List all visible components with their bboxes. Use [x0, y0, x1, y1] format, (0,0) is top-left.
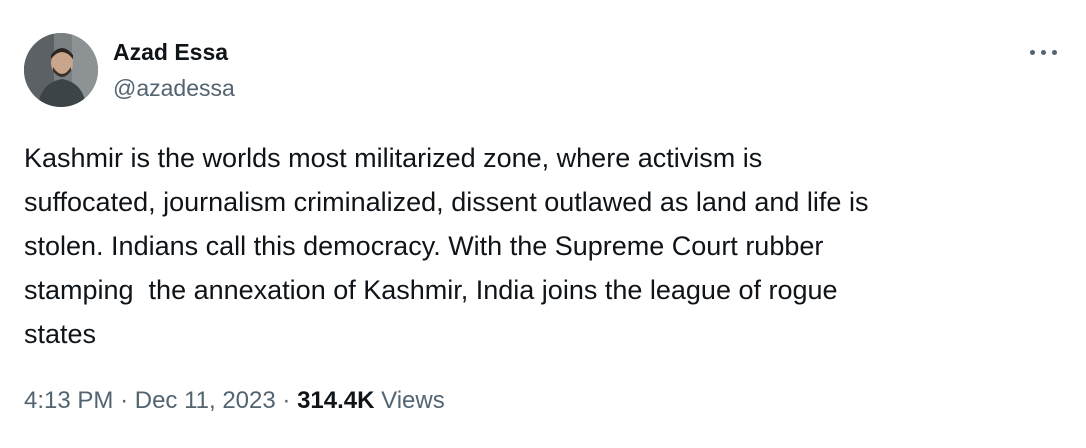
tweet-metadata: 4:13 PM · Dec 11, 2023 · 314.4K Views [24, 384, 445, 418]
ellipsis-icon [1030, 50, 1035, 55]
views-count: 314.4K [297, 387, 375, 414]
avatar[interactable] [24, 33, 98, 107]
tweet-time[interactable]: 4:13 PM [24, 387, 113, 414]
tweet-date[interactable]: Dec 11, 2023 [135, 387, 276, 414]
avatar-photo [24, 33, 98, 107]
author-handle[interactable]: @azadessa [113, 74, 235, 102]
tweet-card: Azad Essa @azadessa Kashmir is the world… [0, 0, 1086, 448]
tweet-text-line: stamping the annexation of Kashmir, Indi… [24, 275, 838, 305]
ellipsis-icon [1052, 50, 1057, 55]
more-options-button[interactable] [1024, 38, 1064, 68]
meta-separator: · [282, 387, 291, 414]
tweet-text-line: stolen. Indians call this democracy. Wit… [24, 231, 824, 261]
views-label: Views [381, 387, 445, 414]
ellipsis-icon [1041, 50, 1046, 55]
tweet-text-line: suffocated, journalism criminalized, dis… [24, 187, 869, 217]
meta-separator: · [120, 387, 129, 414]
tweet-text-line: states [24, 319, 97, 349]
tweet-text: Kashmir is the worlds most militarized z… [24, 136, 1064, 356]
author-name[interactable]: Azad Essa [113, 38, 228, 66]
tweet-text-line: Kashmir is the worlds most militarized z… [24, 143, 763, 173]
